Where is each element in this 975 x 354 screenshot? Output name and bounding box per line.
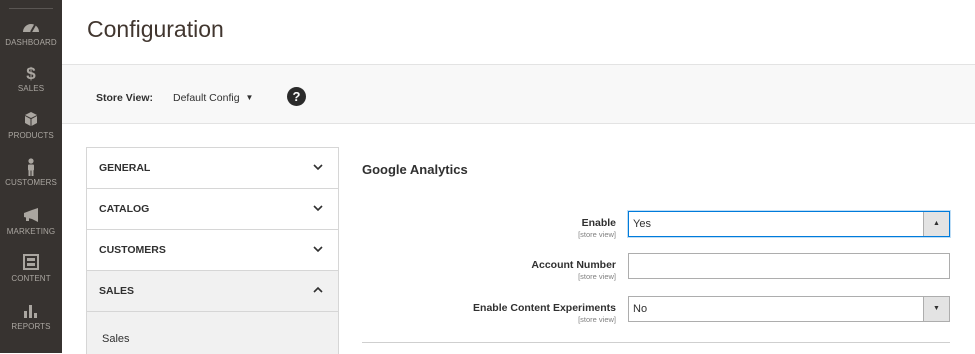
field-label: Enable Content Experiments [store view] — [362, 302, 616, 324]
tab-catalog[interactable]: CATALOG — [87, 189, 338, 230]
sidebar-item-dashboard[interactable]: DASHBOARD — [0, 18, 62, 47]
sidebar-item-sales[interactable]: $ SALES — [0, 64, 62, 93]
sidebar-item-label: PRODUCTS — [0, 131, 62, 140]
page-title: Configuration — [87, 16, 224, 43]
sidebar-item-label: CUSTOMERS — [0, 178, 62, 187]
field-scope: [store view] — [362, 230, 616, 239]
caret-up-icon: ▲ — [923, 212, 949, 236]
sidebar-item-reports[interactable]: REPORTS — [0, 302, 62, 331]
dollar-icon: $ — [0, 64, 62, 84]
section-divider — [362, 342, 950, 343]
chevron-down-icon — [312, 202, 324, 214]
layout-icon — [0, 254, 62, 274]
store-view-value: Default Config — [173, 92, 240, 104]
store-view-label: Store View: — [96, 92, 153, 104]
enable-select[interactable]: Yes ▲ — [628, 211, 950, 237]
content-experiments-select[interactable]: No ▼ — [628, 296, 950, 322]
megaphone-icon — [0, 207, 62, 227]
tab-label: CUSTOMERS — [99, 244, 166, 256]
chevron-down-icon — [312, 243, 324, 255]
field-label: Account Number [store view] — [362, 259, 616, 281]
main-content: Configuration Store View: Default Config… — [62, 0, 975, 353]
field-scope: [store view] — [362, 315, 616, 324]
sidebar-item-products[interactable]: PRODUCTS — [0, 111, 62, 140]
dashboard-icon — [0, 18, 62, 38]
sidebar-item-label: SALES — [0, 84, 62, 93]
field-scope: [store view] — [362, 272, 616, 281]
sidebar-item-content[interactable]: CONTENT — [0, 254, 62, 283]
admin-sidebar: DASHBOARD $ SALES PRODUCTS CUSTOMERS MAR… — [0, 0, 62, 353]
config-tabs: GENERAL CATALOG CUSTOMERS SALES Sales — [86, 147, 339, 354]
tab-sales-sales[interactable]: Sales — [87, 312, 338, 354]
chevron-down-icon — [312, 161, 324, 173]
field-label-text: Enable Content Experiments — [362, 302, 616, 314]
chevron-up-icon — [312, 284, 324, 296]
select-value: No — [633, 303, 647, 315]
tab-label: SALES — [99, 285, 134, 297]
sidebar-item-label: CONTENT — [0, 274, 62, 283]
tab-label: GENERAL — [99, 162, 150, 174]
sidebar-item-customers[interactable]: CUSTOMERS — [0, 158, 62, 187]
store-view-switcher[interactable]: Default Config ▼ — [173, 92, 253, 104]
store-view-bar: Store View: Default Config ▼ ? — [62, 64, 975, 124]
sidebar-item-label: MARKETING — [0, 227, 62, 236]
cube-icon — [0, 111, 62, 131]
tab-label: CATALOG — [99, 203, 149, 215]
tab-customers[interactable]: CUSTOMERS — [87, 230, 338, 271]
tab-sales[interactable]: SALES — [87, 271, 338, 312]
caret-down-icon: ▼ — [923, 297, 949, 321]
field-label-text: Enable — [362, 217, 616, 229]
field-label: Enable [store view] — [362, 217, 616, 239]
sidebar-divider — [9, 8, 53, 9]
subitem-label: Sales — [102, 333, 130, 345]
sidebar-item-label: DASHBOARD — [0, 38, 62, 47]
sidebar-item-marketing[interactable]: MARKETING — [0, 207, 62, 236]
field-label-text: Account Number — [362, 259, 616, 271]
help-icon[interactable]: ? — [287, 87, 306, 106]
caret-down-icon: ▼ — [246, 93, 254, 102]
sidebar-item-label: REPORTS — [0, 322, 62, 331]
section-title: Google Analytics — [362, 162, 468, 177]
bar-chart-icon — [0, 302, 62, 322]
tab-general[interactable]: GENERAL — [87, 148, 338, 189]
account-number-input[interactable] — [628, 253, 950, 279]
person-icon — [0, 158, 62, 178]
select-value: Yes — [633, 218, 651, 230]
